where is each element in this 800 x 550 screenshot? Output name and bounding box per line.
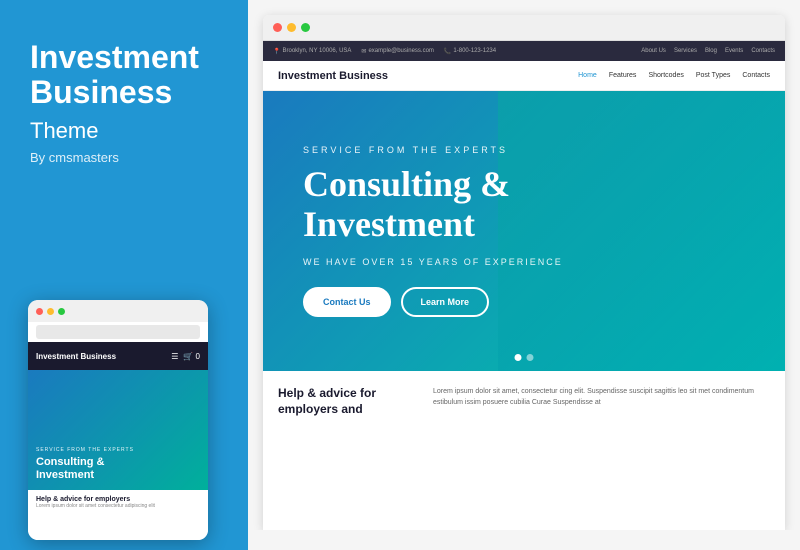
hero-content: SERVICE FROM THE EXPERTS Consulting & In… [303, 145, 563, 316]
browser-dot-yellow [287, 23, 296, 32]
nav-shortcodes[interactable]: Shortcodes [648, 72, 683, 79]
bottom-section-title: Help & advice for employers and [278, 386, 418, 417]
mobile-dot-yellow [47, 308, 54, 315]
location-icon: 📍 [273, 48, 280, 55]
hero-dot-2[interactable] [527, 354, 534, 361]
nav-home[interactable]: Home [578, 72, 597, 79]
topbar-blog[interactable]: Blog [705, 48, 717, 54]
hero-dot-1[interactable] [515, 354, 522, 361]
topbar-about[interactable]: About Us [641, 48, 666, 54]
contact-us-button[interactable]: Contact Us [303, 287, 391, 317]
right-panel: 📍 Brooklyn, NY 10006, USA ✉ example@busi… [248, 0, 800, 550]
bottom-left-section: Help & advice for employers and [278, 386, 418, 423]
theme-subtitle: Theme [30, 118, 98, 144]
hamburger-icon: ☰ [171, 352, 178, 361]
website-hero: SERVICE FROM THE EXPERTS Consulting & In… [263, 91, 785, 371]
mobile-dot-red [36, 308, 43, 315]
browser-window: 📍 Brooklyn, NY 10006, USA ✉ example@busi… [263, 15, 785, 530]
bottom-right-section: Lorem ipsum dolor sit amet, consectetur … [433, 386, 770, 423]
topbar-address: 📍 Brooklyn, NY 10006, USA [273, 48, 351, 55]
topbar-services[interactable]: Services [674, 48, 697, 54]
mobile-preview: Investment Business ☰ 🛒 0 SERVICE FROM T… [28, 300, 208, 540]
mobile-nav: Investment Business ☰ 🛒 0 [28, 342, 208, 370]
theme-author: By cmsmasters [30, 150, 119, 165]
hero-service-label: SERVICE FROM THE EXPERTS [303, 145, 563, 155]
mobile-nav-title: Investment Business [36, 352, 116, 361]
email-icon: ✉ [361, 48, 366, 55]
mobile-url-bar [36, 325, 200, 339]
cart-icon: 🛒 0 [183, 352, 200, 361]
mobile-hero: SERVICE FROM THE EXPERTS Consulting &Inv… [28, 370, 208, 490]
learn-more-button[interactable]: Learn More [401, 287, 490, 317]
theme-title: Investment Business [30, 40, 218, 110]
website-navbar: Investment Business Home Features Shortc… [263, 61, 785, 91]
browser-titlebar [263, 15, 785, 41]
topbar-events[interactable]: Events [725, 48, 743, 54]
hero-dots [515, 354, 534, 361]
mobile-dot-green [58, 308, 65, 315]
topbar-email: ✉ example@business.com [361, 48, 433, 55]
nav-features[interactable]: Features [609, 72, 637, 79]
right-panel-footer [248, 530, 800, 550]
nav-contacts[interactable]: Contacts [742, 72, 770, 79]
left-panel: Investment Business Theme By cmsmasters … [0, 0, 248, 550]
navbar-links: Home Features Shortcodes Post Types Cont… [578, 72, 770, 79]
topbar-left: 📍 Brooklyn, NY 10006, USA ✉ example@busi… [273, 48, 496, 55]
bottom-description-text: Lorem ipsum dolor sit amet, consectetur … [433, 386, 770, 408]
browser-dot-green [301, 23, 310, 32]
mobile-consulting-title: Consulting &Investment [36, 456, 200, 482]
mobile-nav-icons: ☰ 🛒 0 [171, 352, 200, 361]
mobile-bottom-text: Lorem ipsum dolor sit amet consectetur a… [36, 503, 200, 510]
hero-subtitle: WE HAVE OVER 15 YEARS OF EXPERIENCE [303, 257, 563, 267]
topbar-right: About Us Services Blog Events Contacts [641, 48, 775, 54]
hero-buttons: Contact Us Learn More [303, 287, 563, 317]
nav-post-types[interactable]: Post Types [696, 72, 731, 79]
mobile-bottom-title: Help & advice for employers [36, 496, 200, 503]
phone-icon: 📞 [444, 48, 451, 55]
mobile-hero-text: SERVICE FROM THE EXPERTS Consulting &Inv… [36, 447, 200, 482]
website-topbar: 📍 Brooklyn, NY 10006, USA ✉ example@busi… [263, 41, 785, 61]
mobile-bottom-section: Help & advice for employers Lorem ipsum … [28, 490, 208, 540]
browser-dot-red [273, 23, 282, 32]
mobile-titlebar [28, 300, 208, 322]
topbar-phone: 📞 1-800-123-1234 [444, 48, 496, 55]
navbar-brand: Investment Business [278, 70, 388, 82]
hero-title: Consulting & Investment [303, 165, 563, 244]
topbar-contacts[interactable]: Contacts [751, 48, 775, 54]
mobile-service-label: SERVICE FROM THE EXPERTS [36, 447, 200, 453]
website-bottom: Help & advice for employers and Lorem ip… [263, 371, 785, 438]
